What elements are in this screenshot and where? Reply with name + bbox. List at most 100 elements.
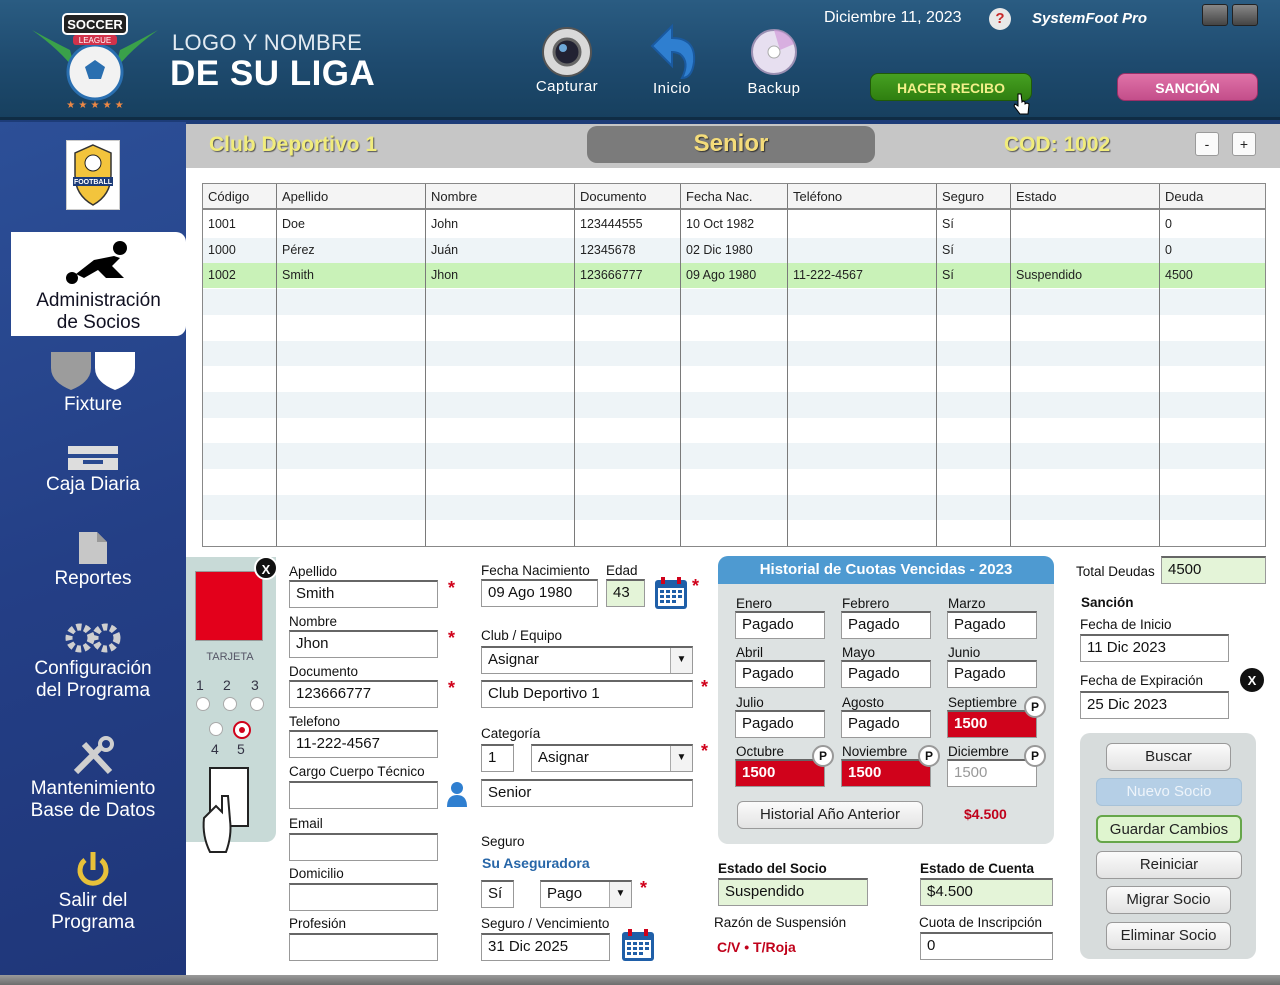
- badge-text: SOCCER: [67, 17, 123, 32]
- month-fee-field[interactable]: Pagado: [841, 611, 931, 639]
- phone-label: Telefono: [289, 714, 341, 729]
- table-header-cell[interactable]: Estado: [1011, 184, 1160, 210]
- previous-year-history-button[interactable]: Historial Año Anterior: [737, 801, 923, 829]
- calendar-icon[interactable]: [621, 928, 655, 962]
- club-select[interactable]: Asignar ▼: [481, 646, 693, 674]
- home-label: Inicio: [652, 80, 692, 97]
- month-fee-field[interactable]: Pagado: [735, 660, 825, 688]
- pay-month-button[interactable]: P: [812, 745, 834, 767]
- email-input[interactable]: [289, 833, 438, 861]
- new-member-button[interactable]: Nuevo Socio: [1096, 778, 1242, 806]
- table-header-cell[interactable]: Deuda: [1160, 184, 1265, 210]
- name-label: Nombre: [289, 614, 338, 629]
- enrollment-fee-input[interactable]: 0: [920, 932, 1053, 960]
- nav-fixture[interactable]: Fixture: [0, 348, 186, 418]
- save-changes-button[interactable]: Guardar Cambios: [1096, 815, 1242, 843]
- card-radio-5[interactable]: [233, 721, 251, 739]
- table-column-divider: [680, 184, 681, 546]
- table-row[interactable]: 1002 Smith Jhon 123666777 09 Ago 1980 11-222-…: [203, 263, 1265, 289]
- next-member-button[interactable]: +: [1232, 132, 1256, 156]
- category-number-input[interactable]: 1: [481, 744, 514, 772]
- help-icon[interactable]: ?: [989, 8, 1011, 30]
- required-mark: *: [448, 628, 456, 648]
- card-radio-2[interactable]: [223, 697, 237, 711]
- table-header-cell[interactable]: Teléfono: [788, 184, 937, 210]
- month-fee-field[interactable]: Pagado: [735, 710, 825, 738]
- pay-month-button[interactable]: P: [1024, 696, 1046, 718]
- capture-button[interactable]: Capturar: [527, 22, 607, 106]
- nav-members[interactable]: Administración de Socios: [11, 232, 186, 336]
- minimize-button[interactable]: [1202, 4, 1228, 26]
- maximize-button[interactable]: [1232, 4, 1258, 26]
- insurance-yes-field[interactable]: Sí: [481, 880, 514, 908]
- nav-settings[interactable]: Configuración del Programa: [0, 620, 186, 701]
- pay-month-button[interactable]: P: [1024, 745, 1046, 767]
- category-select[interactable]: Asignar ▼: [531, 744, 693, 772]
- month-fee-field[interactable]: 1500: [947, 759, 1037, 787]
- card-radio-3[interactable]: [250, 697, 264, 711]
- card-radio-1[interactable]: [196, 697, 210, 711]
- make-receipt-button[interactable]: HACER RECIBO: [870, 73, 1032, 101]
- table-header-cell[interactable]: Fecha Nac.: [681, 184, 788, 210]
- club-input[interactable]: Club Deportivo 1: [481, 680, 693, 708]
- table-row-band: [203, 289, 1265, 315]
- suspension-reason: C/V • T/Roja: [717, 939, 796, 955]
- nav-reports[interactable]: Reportes: [0, 530, 186, 594]
- backup-button[interactable]: Backup: [734, 22, 814, 106]
- table-column-divider: [276, 184, 277, 546]
- card-radio-4[interactable]: [209, 722, 223, 736]
- category-input[interactable]: Senior: [481, 779, 693, 807]
- month-fee-field[interactable]: 1500: [735, 759, 825, 787]
- staff-role-input[interactable]: [289, 781, 438, 809]
- sanction-start-input[interactable]: 11 Dic 2023: [1080, 634, 1229, 662]
- month-fee-field[interactable]: Pagado: [947, 660, 1037, 688]
- birthdate-label: Fecha Nacimiento: [481, 563, 590, 578]
- sanction-expiry-input[interactable]: 25 Dic 2023: [1080, 691, 1229, 719]
- calendar-icon[interactable]: [654, 576, 688, 610]
- person-icon[interactable]: [446, 781, 468, 807]
- table-row[interactable]: 1001 Doe John 123444555 10 Oct 1982 Sí 0: [203, 212, 1265, 237]
- table-row-band: [203, 391, 1265, 418]
- table-header-cell[interactable]: Código: [203, 184, 277, 210]
- nav-cash[interactable]: Caja Diaria: [0, 442, 186, 502]
- email-label: Email: [289, 816, 323, 831]
- table-row-band: [203, 520, 1265, 546]
- profession-input[interactable]: [289, 933, 438, 961]
- table-cell: Doe: [282, 217, 305, 231]
- nav-exit[interactable]: Salir del Programa: [0, 850, 186, 934]
- address-input[interactable]: [289, 883, 438, 911]
- month-fee-field[interactable]: Pagado: [841, 710, 931, 738]
- surname-input[interactable]: Smith: [289, 580, 438, 608]
- insurance-payment-value: Pago: [547, 885, 583, 902]
- previous-member-button[interactable]: -: [1195, 132, 1219, 156]
- month-fee-field[interactable]: 1500: [947, 710, 1037, 738]
- nav-maintenance[interactable]: Mantenimiento Base de Datos: [0, 736, 186, 821]
- card-close-button[interactable]: X: [254, 556, 278, 580]
- month-fee-field[interactable]: Pagado: [947, 611, 1037, 639]
- table-row[interactable]: 1000 Pérez Juán 12345678 02 Dic 1980 Sí 0: [203, 238, 1265, 263]
- month-fee-field[interactable]: 1500: [841, 759, 931, 787]
- table-header-cell[interactable]: Documento: [575, 184, 681, 210]
- table-header-cell[interactable]: Nombre: [426, 184, 575, 210]
- sanction-button[interactable]: SANCIÓN: [1117, 73, 1258, 101]
- reset-button[interactable]: Reiniciar: [1096, 851, 1242, 879]
- name-input[interactable]: Jhon: [289, 630, 438, 658]
- table-header-cell[interactable]: Apellido: [277, 184, 426, 210]
- delete-member-button[interactable]: Eliminar Socio: [1106, 922, 1231, 950]
- table-column-divider: [1159, 184, 1160, 546]
- table-header-cell[interactable]: Seguro: [937, 184, 1011, 210]
- pay-month-button[interactable]: P: [918, 745, 940, 767]
- table-row-band: [203, 469, 1265, 495]
- month-fee-field[interactable]: Pagado: [841, 660, 931, 688]
- document-input[interactable]: 123666777: [289, 680, 438, 708]
- insurance-expiry-input[interactable]: 31 Dic 2025: [481, 933, 610, 961]
- month-label: Diciembre: [948, 744, 1009, 759]
- search-button[interactable]: Buscar: [1106, 743, 1231, 771]
- birthdate-input[interactable]: 09 Ago 1980: [481, 579, 598, 607]
- home-button[interactable]: Inicio: [632, 22, 712, 106]
- sanction-close-button[interactable]: X: [1238, 666, 1266, 694]
- insurance-payment-select[interactable]: Pago ▼: [540, 880, 632, 908]
- phone-input[interactable]: 11-222-4567: [289, 730, 438, 758]
- month-fee-field[interactable]: Pagado: [735, 611, 825, 639]
- migrate-member-button[interactable]: Migrar Socio: [1106, 886, 1231, 914]
